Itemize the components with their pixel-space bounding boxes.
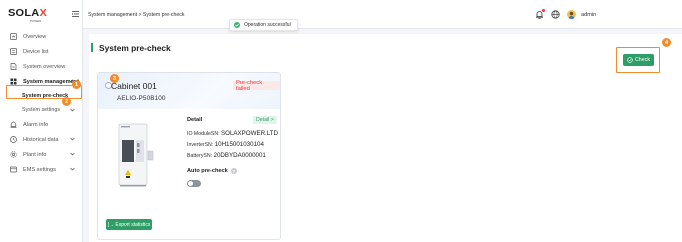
status-badge: Pre-check failed <box>233 80 280 92</box>
annotation-box-system-management <box>6 85 82 99</box>
success-check-icon <box>234 22 240 28</box>
annotation-box-check: Check <box>616 47 660 73</box>
breadcrumb: System management > System pre-check <box>88 12 185 18</box>
toggle-knob <box>188 181 193 186</box>
menu-collapse-icon[interactable] <box>72 11 79 17</box>
check-scan-icon <box>627 57 633 63</box>
gear-icon <box>10 151 17 158</box>
detail-title: Detail <box>187 117 203 123</box>
sidebar-item-plant-info[interactable]: Plant info <box>0 147 83 162</box>
notification-dot <box>542 9 545 12</box>
sidebar-subitem-system-settings[interactable]: System settings <box>0 103 83 117</box>
annotation-badge: 4 <box>662 38 671 47</box>
sidebar-item-ems-settings[interactable]: EMS settings <box>0 162 83 177</box>
sidebar-item-device-list[interactable]: Device list <box>0 44 83 59</box>
sidebar-item-historical-data[interactable]: Historical data <box>0 132 83 147</box>
cabinet-card: Cabinet 001 AELIO-P50B100 Pre-check fail… <box>97 72 281 240</box>
dashboard-icon <box>10 33 17 40</box>
success-toast: Operation successful <box>229 19 298 31</box>
sidebar-item-label: Historical data <box>23 136 59 143</box>
field-value: 20DBYDA0000001 <box>213 152 266 159</box>
sidebar-item-label: Device list <box>23 48 49 55</box>
field-value: SOLAXPOWER.LTD <box>221 130 279 137</box>
annotation-badge: 1 <box>72 80 81 89</box>
sidebar-item-alarm-info[interactable]: Alarm info <box>0 117 83 132</box>
cabinet-name: Cabinet 001 <box>111 81 157 91</box>
sidebar-item-label: Overview <box>23 33 47 40</box>
alarm-icon <box>10 121 17 128</box>
check-button[interactable]: Check <box>623 54 654 66</box>
sidebar-subitem-label: System settings <box>22 107 61 113</box>
sidebar-item-label: Alarm info <box>23 121 49 128</box>
field-inverter-sn: InverterSN: 10H15001030104 <box>187 141 264 148</box>
export-button-label: [→ Export statistics <box>107 221 151 228</box>
sidebar-item-label: EMS settings <box>23 166 56 173</box>
auto-pre-check-label: Auto pre-check ? <box>187 168 237 174</box>
cabinet-image <box>118 123 154 187</box>
avatar[interactable] <box>567 10 576 19</box>
annotation-badge: 2 <box>62 97 71 106</box>
clock-icon <box>10 136 17 143</box>
field-label: InverterSN: <box>187 142 214 148</box>
auto-pre-check-toggle[interactable] <box>187 180 201 187</box>
check-button-label: Check <box>634 57 650 63</box>
sidebar-item-overview[interactable]: Overview <box>0 29 83 44</box>
sidebar-item-label: System overview <box>23 63 66 70</box>
field-label: IO ModuleSN: <box>187 131 220 137</box>
main-content: System pre-check Check Cabinet 001 AELIO… <box>89 34 682 242</box>
chevron-down-icon <box>70 167 75 171</box>
cabinet-sn: AELIO-P50B100 <box>117 95 166 102</box>
title-accent-bar <box>91 43 93 52</box>
export-statistics-button[interactable]: [→ Export statistics <box>106 219 152 230</box>
ems-icon <box>10 166 17 173</box>
solax-logo: SOLAX POWER <box>8 8 48 24</box>
sidebar-item-system-overview[interactable]: System overview <box>0 59 83 74</box>
toast-message: Operation successful <box>244 22 291 28</box>
help-icon[interactable]: ? <box>230 168 237 174</box>
field-battery-sn: BatterySN: 20DBYDA0000001 <box>187 152 266 159</box>
top-header: System management > System pre-check adm… <box>83 0 682 29</box>
field-io-module-sn: IO ModuleSN: SOLAXPOWER.LTD <box>187 130 278 137</box>
chevron-down-icon <box>70 108 75 112</box>
field-label: BatterySN: <box>187 153 213 159</box>
grid-icon <box>10 78 17 85</box>
auto-pre-check-text: Auto pre-check <box>187 168 228 174</box>
detail-link[interactable]: Detail > <box>253 116 277 124</box>
document-icon <box>10 63 17 70</box>
field-value: 10H15001030104 <box>214 141 264 148</box>
chevron-down-icon <box>70 152 75 156</box>
sidebar: SOLAX POWER Overview Device list System … <box>0 0 83 242</box>
user-name[interactable]: admin <box>581 12 596 18</box>
chevron-down-icon <box>70 137 75 141</box>
annotation-badge: 3 <box>110 74 119 83</box>
sidebar-item-label: Plant info <box>23 151 47 158</box>
page-title: System pre-check <box>99 43 171 53</box>
globe-icon[interactable] <box>551 10 560 19</box>
list-icon <box>10 48 17 55</box>
